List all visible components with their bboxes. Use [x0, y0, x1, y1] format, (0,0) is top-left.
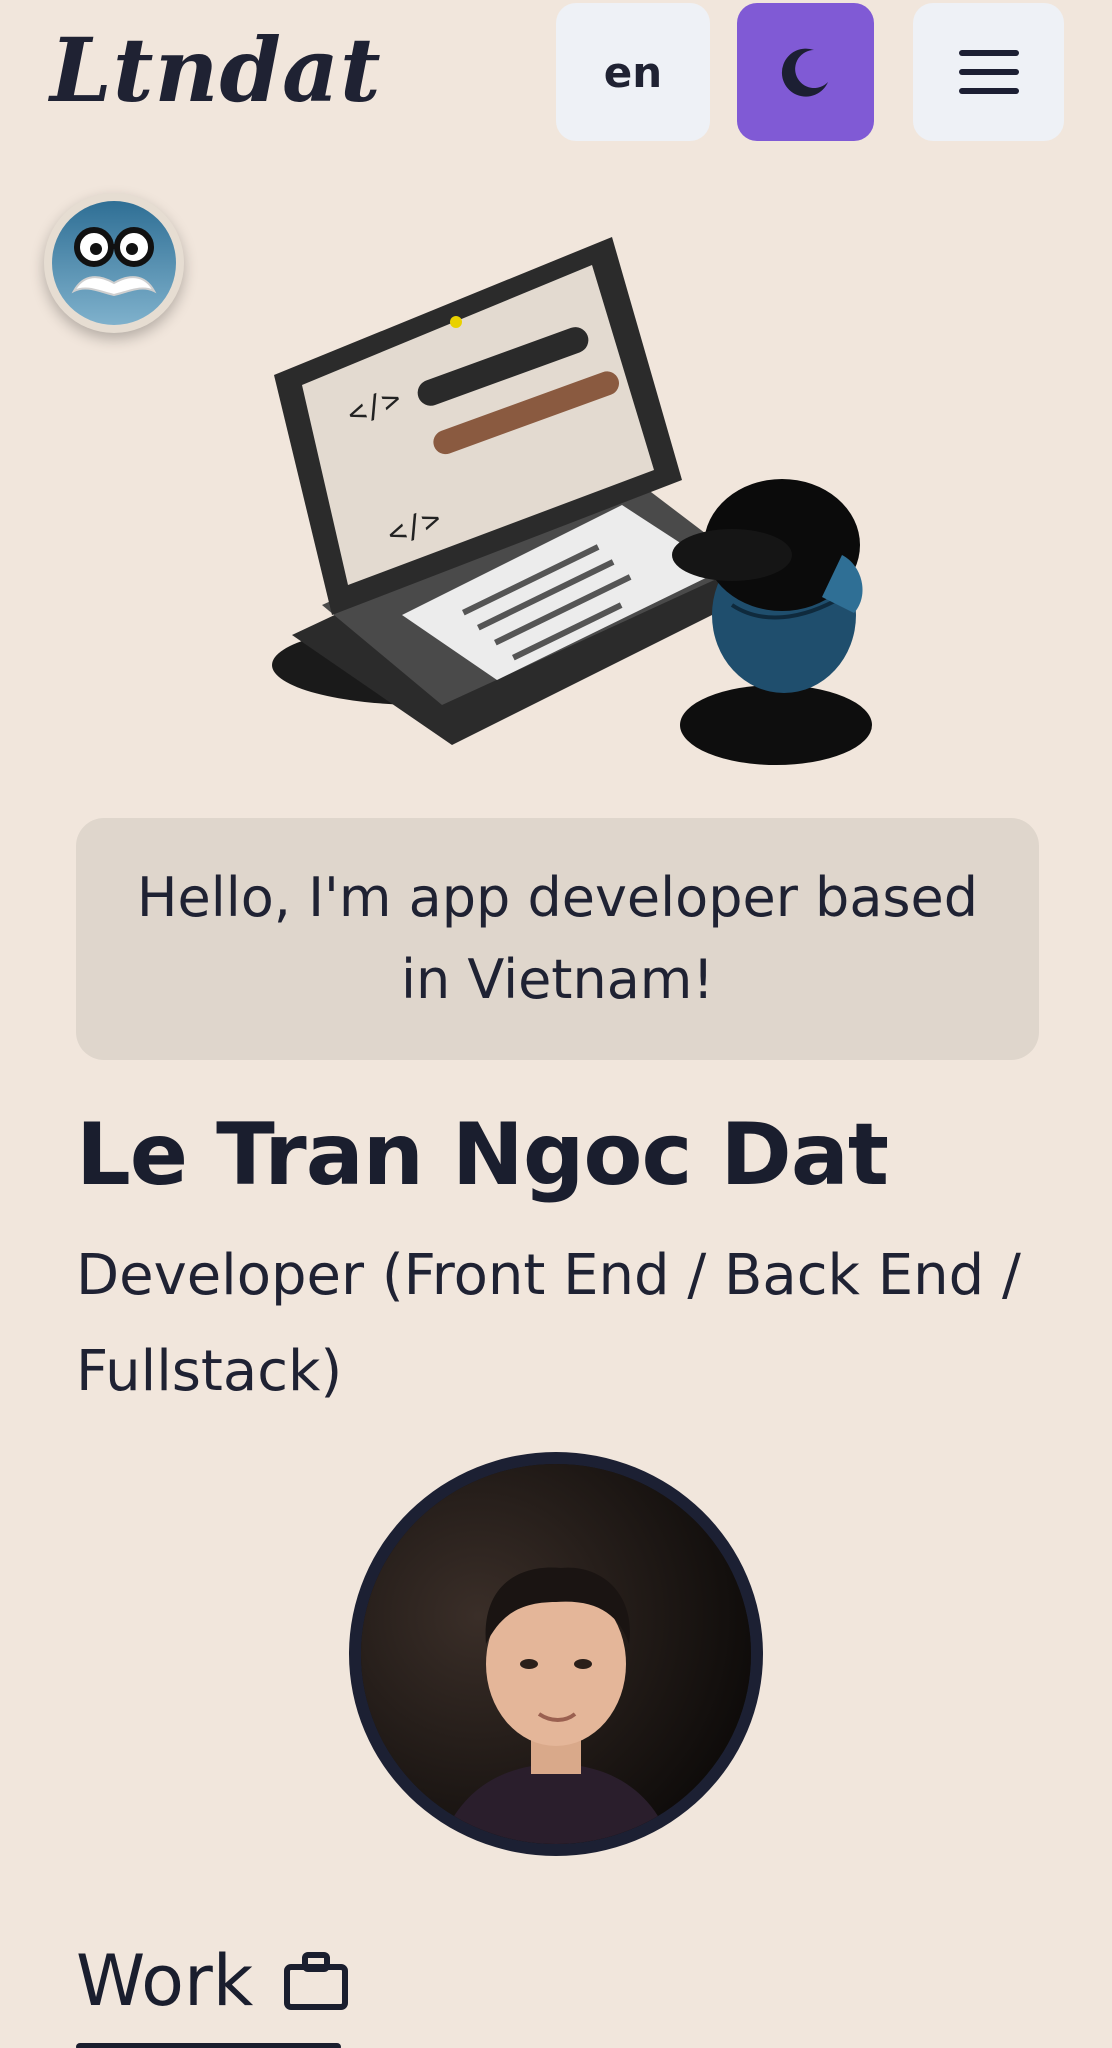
work-heading-label: Work [76, 1940, 254, 2022]
profile-photo [349, 1452, 763, 1856]
work-heading-underline [76, 2043, 341, 2048]
work-section-heading[interactable]: Work [76, 1940, 349, 2022]
briefcase-icon [284, 1952, 349, 2010]
theme-toggle-button[interactable] [737, 3, 874, 141]
mascot-face-icon [52, 201, 176, 325]
mascot-avatar[interactable] [44, 193, 184, 333]
greeting-banner: Hello, I'm app developer based in Vietna… [76, 818, 1039, 1060]
hamburger-menu-icon [958, 50, 1019, 94]
laptop-illustration: </> </> [272, 237, 872, 765]
site-logo[interactable]: Ltndat [50, 18, 382, 122]
language-button[interactable]: en [556, 3, 710, 141]
page: Ltndat en </> </> Hello, I'm app develop… [0, 0, 1112, 2048]
profile-name: Le Tran Ngoc Dat [76, 1105, 889, 1205]
moon-icon [781, 48, 828, 97]
profile-photo-image [361, 1464, 751, 1844]
profile-role: Developer (Front End / Back End / Fullst… [76, 1243, 1021, 1404]
menu-button[interactable] [913, 3, 1064, 141]
